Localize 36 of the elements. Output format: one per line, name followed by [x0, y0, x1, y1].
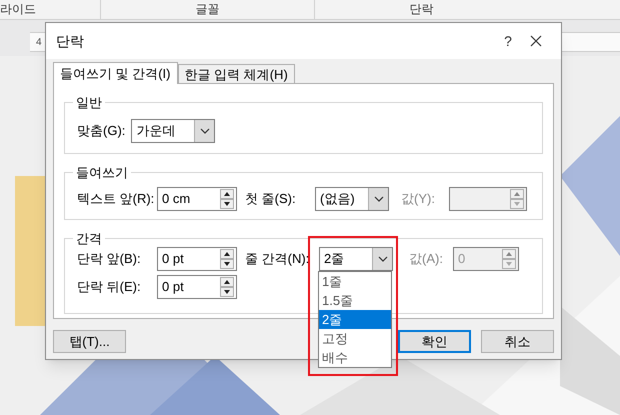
first-line-dropdown[interactable]: (없음) [315, 187, 389, 211]
field-label: 줄 간격(N): [245, 250, 310, 268]
spin-arrows-icon[interactable] [220, 189, 234, 209]
alignment-dropdown[interactable]: 가운데 [131, 119, 216, 143]
field-label: 텍스트 앞(R): [77, 190, 156, 208]
ribbon-group-label: 단락 [314, 0, 528, 19]
field-label: 단락 뒤(E): [77, 278, 142, 296]
dialog-button[interactable]: 탭(T)... [53, 330, 126, 353]
window-title: 단락 [56, 32, 85, 50]
dropdown-option[interactable]: 1줄 [319, 272, 391, 291]
spin-arrows-icon[interactable] [220, 277, 234, 297]
dialog-button[interactable]: 확인 [398, 330, 471, 353]
chevron-down-icon [374, 196, 384, 202]
field-label: 맞춤(G): [77, 122, 126, 140]
field-label: 값(A): [409, 250, 444, 268]
dropdown-option[interactable]: 1.5줄 [319, 291, 391, 310]
help-button[interactable]: ? [495, 30, 521, 52]
close-icon [530, 35, 542, 47]
dropdown-option[interactable]: 고정 [319, 329, 391, 348]
ruler-number: 4 [36, 36, 42, 50]
chevron-down-icon [200, 128, 210, 134]
field-label: 첫 줄(S): [245, 190, 297, 208]
before-spinbox[interactable]: 0 pt [157, 247, 237, 271]
dropdown-option[interactable]: 2줄 [319, 310, 391, 329]
ribbon-group-label: 글꼴 [100, 0, 314, 19]
after-spinbox[interactable]: 0 pt [157, 275, 237, 299]
text-before-spinbox[interactable]: 0 cm [157, 187, 237, 211]
dialog-button[interactable]: 취소 [481, 330, 554, 353]
tab[interactable]: 한글 입력 체계(H) [178, 64, 295, 83]
field-label: 단락 앞(B): [77, 250, 142, 268]
tab[interactable]: 들여쓰기 및 간격(I) [53, 62, 178, 84]
dropdown-option[interactable]: 배수 [319, 348, 391, 367]
ribbon-group-label: 라이드 [0, 1, 37, 18]
spin-arrows-icon[interactable] [220, 249, 234, 269]
field-label: 값(Y): [401, 190, 436, 208]
chevron-down-icon [378, 256, 388, 262]
